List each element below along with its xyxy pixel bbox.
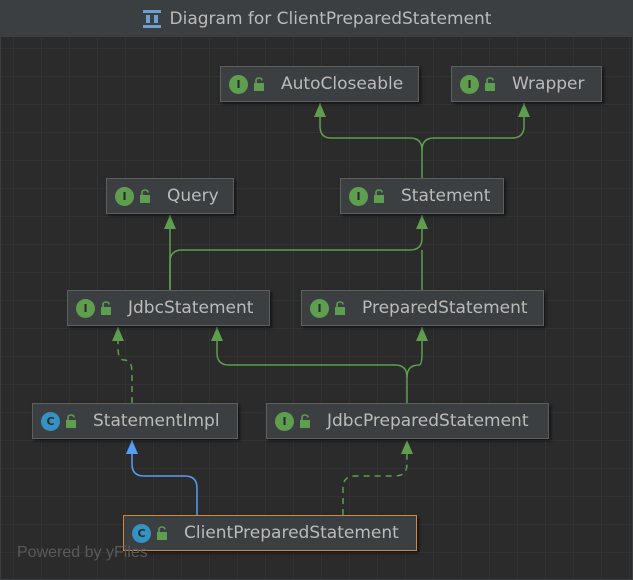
node-statementimpl[interactable]: C StatementImpl [32, 403, 238, 439]
edge-statement-wrapper [421, 103, 530, 151]
edge-clientprepared-jdbcprepared [342, 440, 413, 515]
lock-open-icon [101, 301, 111, 315]
node-label: StatementImpl [93, 411, 220, 431]
lock-open-icon [335, 301, 345, 315]
node-jdbcstatement[interactable]: I JdbcStatement [67, 290, 270, 326]
yfiles-watermark: Powered by yFiles [17, 544, 148, 561]
lock-open-icon [157, 526, 167, 540]
lock-open-icon [140, 189, 150, 203]
lock-open-icon [485, 77, 495, 91]
interface-icon: I [349, 186, 368, 206]
node-jdbcpreparedstatement[interactable]: I JdbcPreparedStatement [266, 403, 549, 439]
node-label: Wrapper [512, 74, 585, 94]
edge-statementimpl-jdbcstatement [112, 327, 133, 403]
interface-icon: I [460, 74, 479, 94]
interface-icon: I [76, 298, 95, 318]
node-label: ClientPreparedStatement [184, 523, 399, 543]
node-label: Query [167, 186, 219, 206]
node-label: PreparedStatement [362, 298, 528, 318]
node-statement[interactable]: I Statement [340, 178, 504, 214]
lock-open-icon [374, 189, 384, 203]
interface-icon: I [229, 74, 248, 94]
node-wrapper[interactable]: I Wrapper [451, 66, 602, 102]
lock-open-icon [300, 414, 310, 428]
edge-statement-autocloseable [314, 103, 423, 178]
interface-icon: I [275, 411, 294, 431]
edge-clientprepared-statementimpl [126, 440, 198, 515]
node-label: JdbcPreparedStatement [327, 411, 529, 431]
node-label: Statement [401, 186, 491, 206]
node-label: AutoCloseable [281, 74, 404, 94]
node-autocloseable[interactable]: I AutoCloseable [220, 66, 419, 102]
lock-open-icon [254, 77, 264, 91]
edge-jdbcprepared-jdbcstatement [211, 327, 408, 403]
edge-jdbcprepared-preparedstatement [406, 327, 428, 378]
node-label: JdbcStatement [128, 298, 254, 318]
node-query[interactable]: I Query [106, 178, 234, 214]
edge-jdbcstatement-statement [169, 215, 428, 290]
lock-open-icon [66, 414, 76, 428]
node-preparedstatement[interactable]: I PreparedStatement [301, 290, 544, 326]
interface-icon: I [310, 298, 329, 318]
class-icon: C [132, 523, 151, 543]
interface-icon: I [115, 186, 134, 206]
class-icon: C [41, 411, 60, 431]
node-clientpreparedstatement[interactable]: C ClientPreparedStatement [123, 515, 417, 551]
